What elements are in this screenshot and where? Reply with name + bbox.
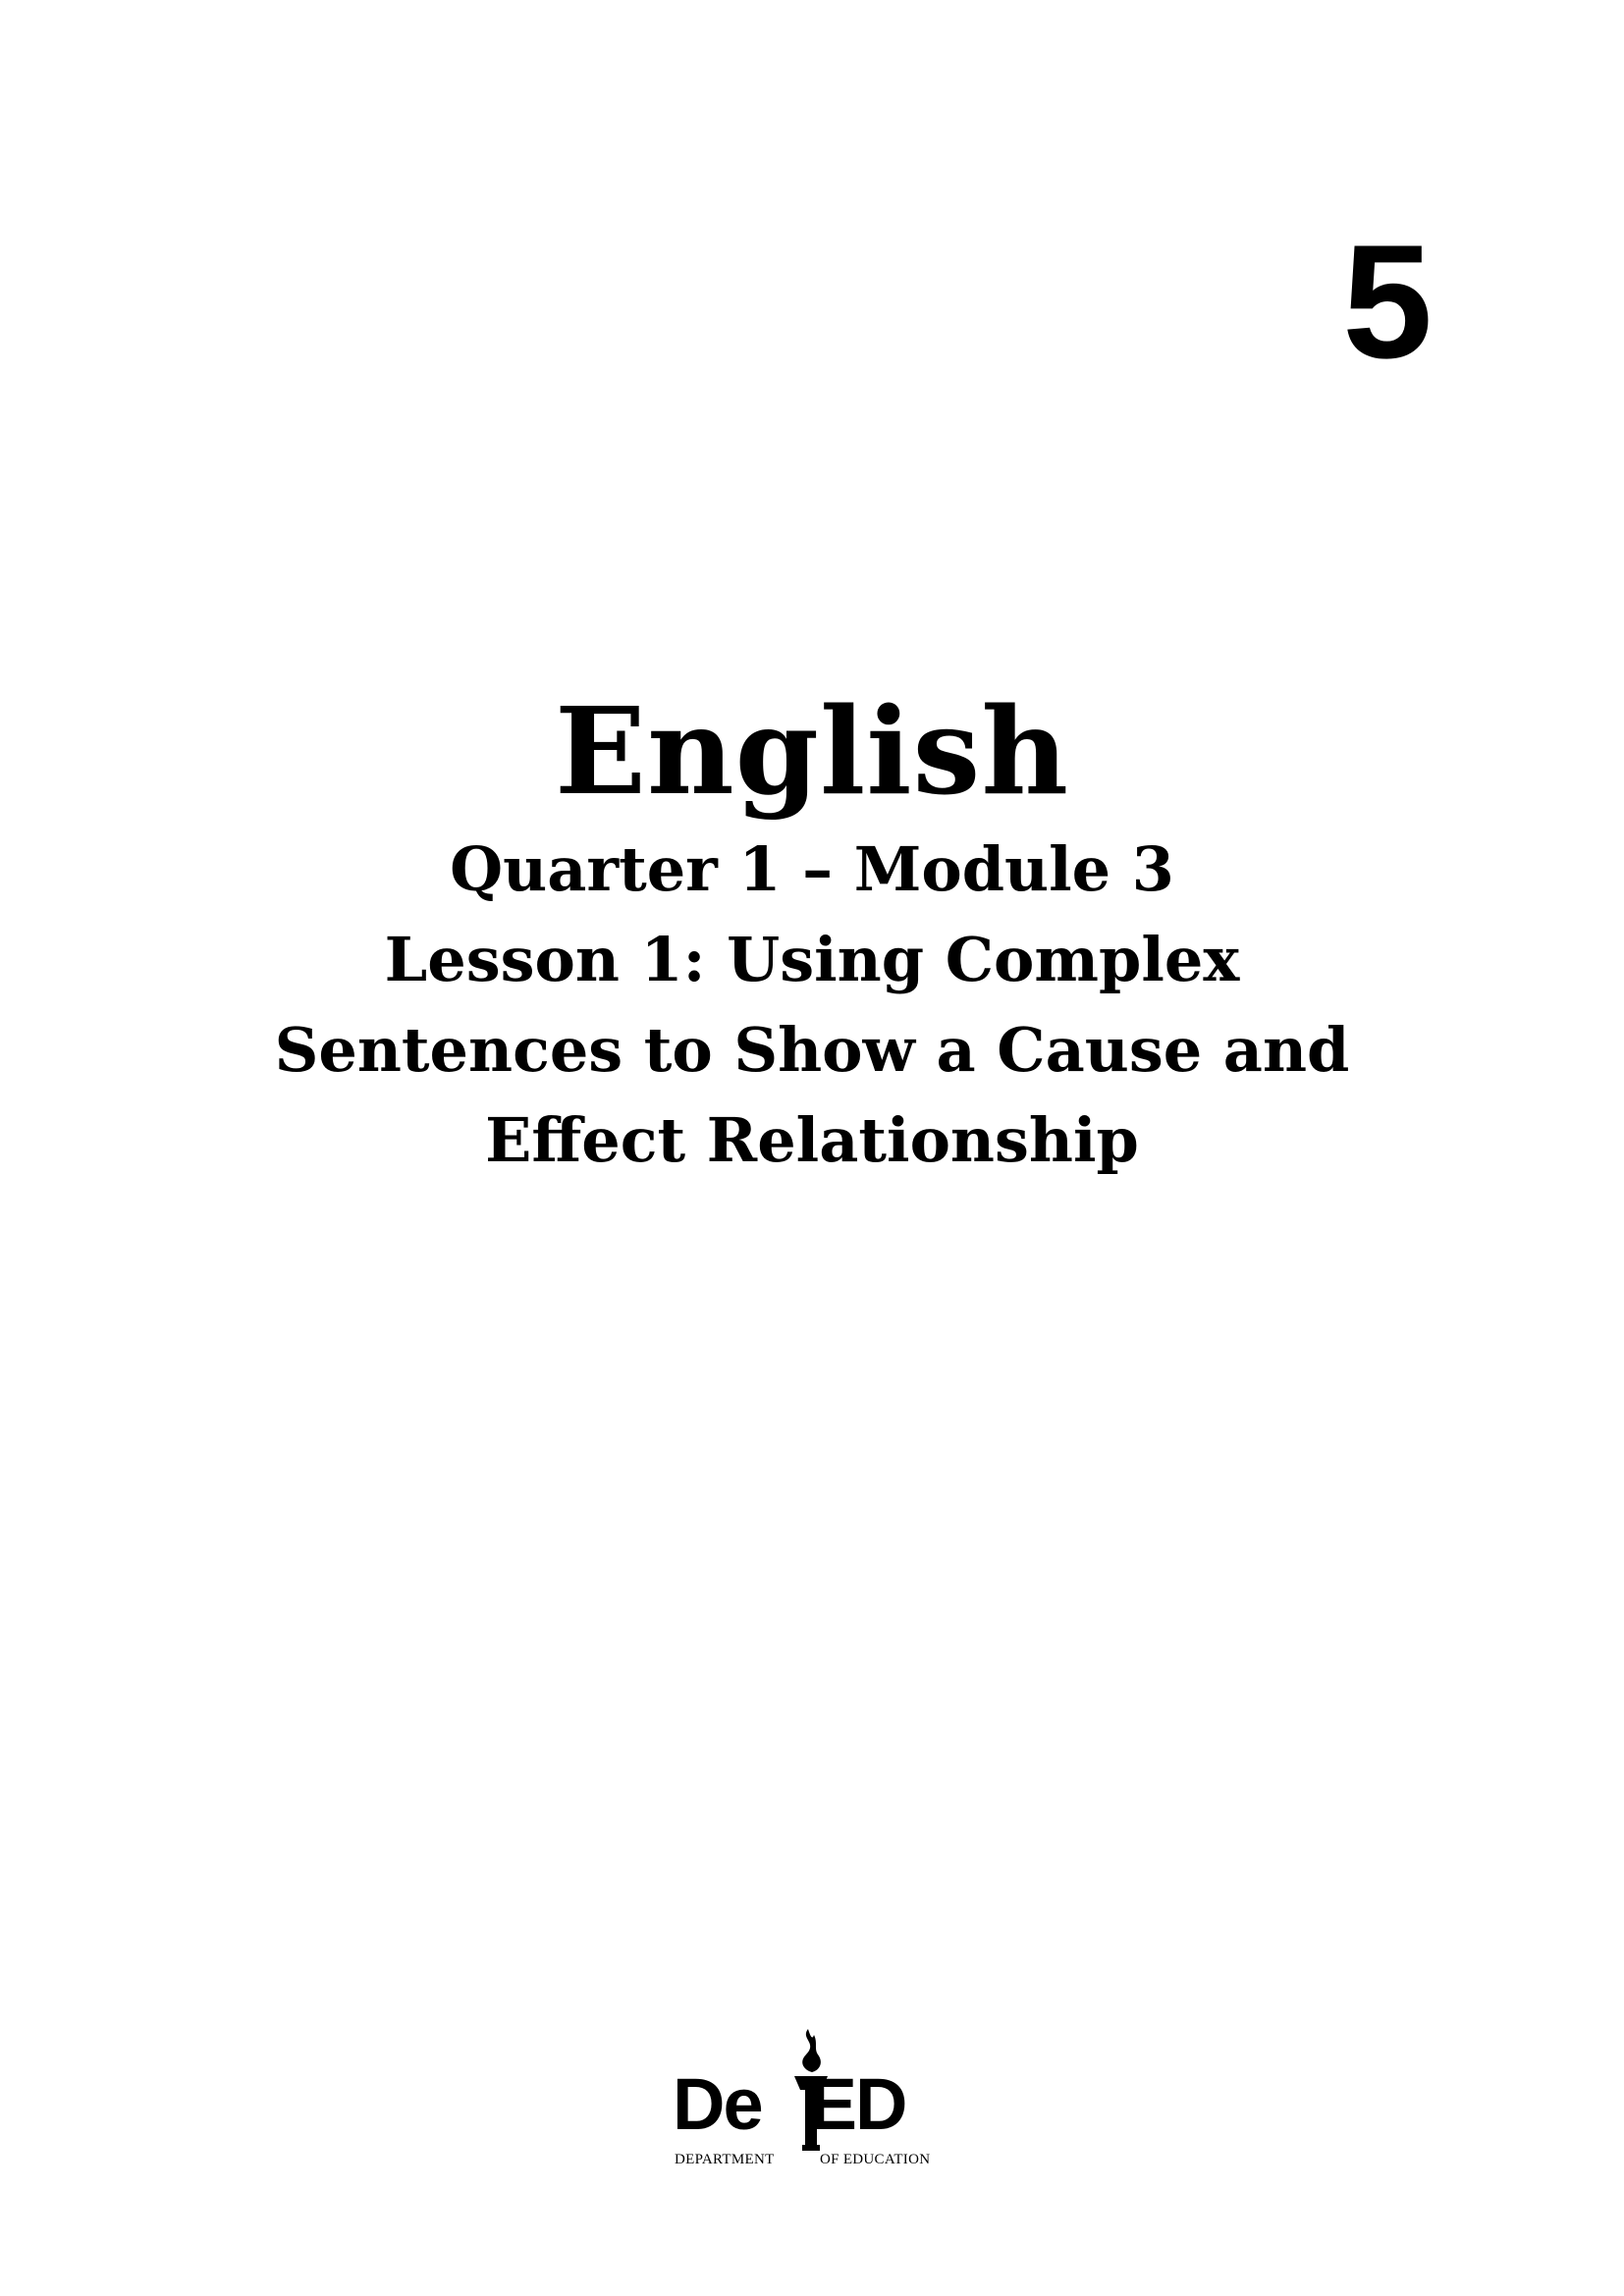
title-block: English Quarter 1 – Module 3 Lesson 1: U…: [0, 677, 1624, 1186]
quarter-module: Quarter 1 – Module 3: [450, 833, 1174, 905]
lesson-title-line-3: Effect Relationship: [485, 1104, 1139, 1176]
subject-title: English: [554, 680, 1070, 822]
grade-number: 5: [1342, 211, 1433, 392]
lesson-title-line-2: Sentences to Show a Cause and: [274, 1014, 1350, 1086]
logo-sub-right: OF EDUCATION: [820, 2152, 931, 2167]
torch-icon: [794, 2029, 828, 2151]
deped-logo: De ED DEPARTMENT OF EDUCATION: [673, 2027, 947, 2174]
lesson-title-line-1: Lesson 1: Using Complex: [384, 924, 1240, 995]
logo-word-left: De: [673, 2063, 764, 2145]
logo-sub-left: DEPARTMENT: [675, 2152, 775, 2167]
